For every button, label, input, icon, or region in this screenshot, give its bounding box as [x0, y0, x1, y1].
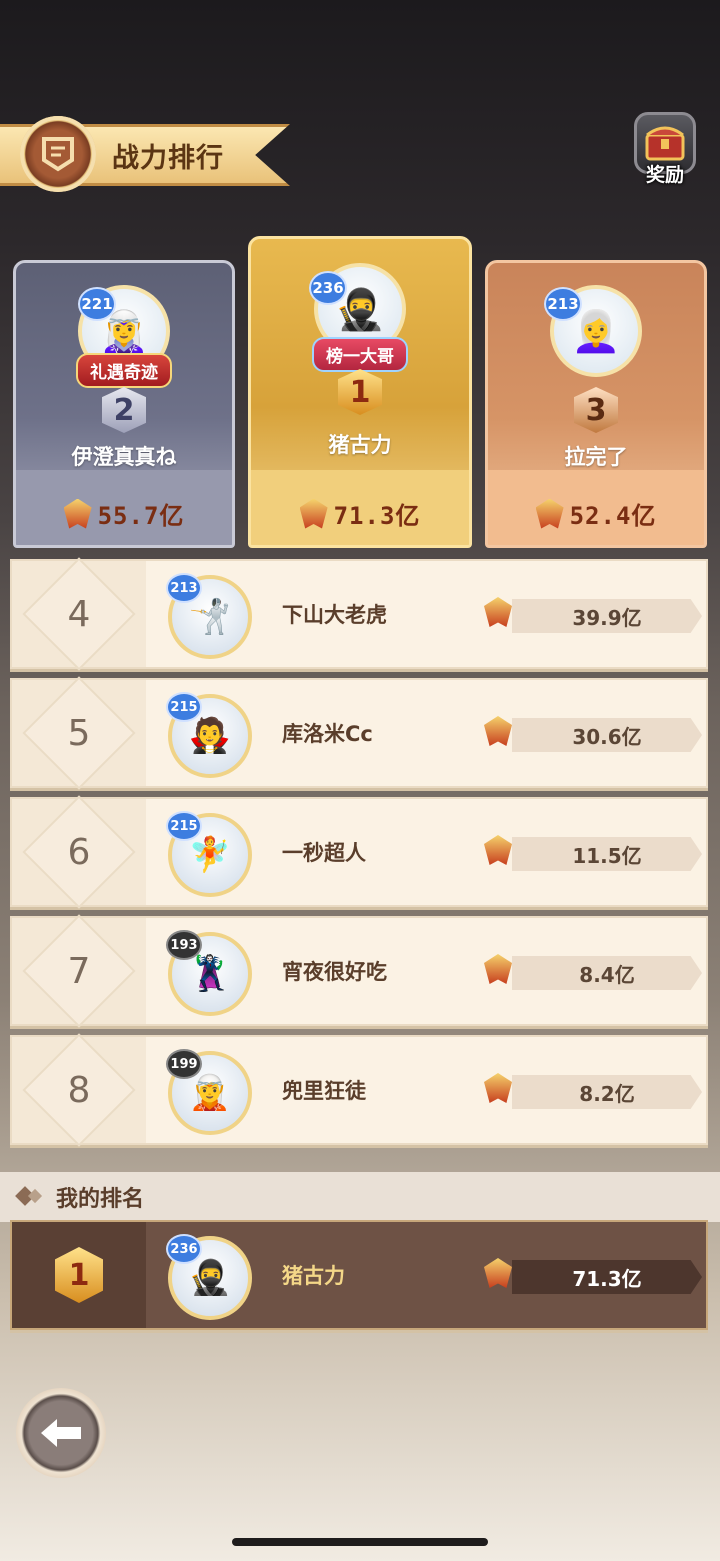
power-crest-icon — [484, 597, 512, 627]
power-crest-icon — [484, 835, 512, 865]
podium-card-rank-2[interactable]: 🧝‍♀️ 221 礼遇奇迹 2 伊澄真真ね 55.7亿 — [13, 260, 235, 548]
level-badge: 213 — [544, 287, 582, 321]
player-name: 一秒超人 — [282, 841, 366, 865]
rank-cell: 5 — [12, 676, 146, 790]
reward-label: 奖励 — [645, 164, 684, 186]
home-indicator[interactable] — [232, 1538, 488, 1546]
power-crest-icon — [484, 954, 512, 984]
power-crest-icon — [63, 498, 92, 529]
power-value: 8.2亿 — [512, 1075, 702, 1109]
reward-button[interactable]: 奖励 — [626, 112, 704, 198]
player-name: 兜里狂徒 — [282, 1079, 366, 1103]
avatar[interactable]: 🦹 193 — [166, 930, 252, 1016]
level-badge: 215 — [166, 692, 202, 722]
rank-medal: 1 — [55, 1247, 103, 1303]
level-badge: 199 — [166, 1049, 202, 1079]
rank-cell: 6 — [12, 795, 146, 909]
player-name: 猪古力 — [282, 1264, 345, 1288]
rank-cell: 7 — [12, 914, 146, 1028]
avatar[interactable]: 🥷 236 — [166, 1234, 252, 1320]
rank-number: 6 — [67, 831, 91, 873]
rank-cell: 1 — [12, 1222, 146, 1328]
rank-cell: 4 — [12, 557, 146, 671]
rank-cell: 8 — [12, 1033, 146, 1147]
list-item[interactable]: 4 🤺 213 下山大老虎 39.9亿 — [10, 557, 708, 671]
list-item[interactable]: 5 🧛 215 库洛米Cc 30.6亿 — [10, 676, 708, 790]
power-value: 52.4亿 — [569, 502, 657, 530]
list-item[interactable]: 8 🧝 199 兜里狂徒 8.2亿 — [10, 1033, 708, 1147]
my-rank-row[interactable]: 1 🥷 236 猪古力 71.3亿 — [10, 1220, 708, 1330]
avatar[interactable]: 🧛 215 — [166, 692, 252, 778]
power-crest-icon — [299, 498, 328, 529]
power-crest-icon — [484, 1073, 512, 1103]
level-badge: 215 — [166, 811, 202, 841]
rank-medal: 3 — [574, 387, 618, 433]
level-badge: 236 — [309, 271, 347, 305]
player-name: 库洛米Cc — [282, 722, 373, 746]
rank-number: 8 — [67, 1069, 91, 1111]
power-display: 71.3亿 — [251, 496, 469, 531]
podium-card-rank-3[interactable]: 👩‍🦳 213 3 拉完了 52.4亿 — [485, 260, 707, 548]
level-badge: 213 — [166, 573, 202, 603]
power-value: 30.6亿 — [512, 718, 702, 752]
level-badge: 221 — [78, 287, 116, 321]
title-tag: 榜一大哥 — [312, 337, 408, 372]
player-name: 下山大老虎 — [282, 603, 387, 627]
list-item[interactable]: 7 🦹 193 宵夜很好吃 8.4亿 — [10, 914, 708, 1028]
player-name: 拉完了 — [564, 445, 628, 469]
player-name: 伊澄真真ね — [71, 445, 177, 469]
level-badge: 193 — [166, 930, 202, 960]
my-rank-header: 我的排名 — [0, 1172, 720, 1222]
ranking-emblem-icon — [20, 116, 96, 192]
power-value: 71.3亿 — [333, 502, 421, 530]
section-title: 我的排名 — [56, 1187, 145, 1212]
back-arrow-icon — [41, 1419, 81, 1447]
rank-medal: 1 — [338, 369, 382, 415]
avatar[interactable]: 🤺 213 — [166, 573, 252, 659]
power-value: 71.3亿 — [512, 1260, 702, 1294]
power-value: 11.5亿 — [512, 837, 702, 871]
podium-card-rank-1[interactable]: 🥷 236 榜一大哥 1 猪古力 71.3亿 — [248, 236, 472, 548]
player-name: 猪古力 — [328, 433, 392, 457]
back-button[interactable] — [16, 1388, 106, 1478]
avatar[interactable]: 🧚 215 — [166, 811, 252, 897]
power-value: 8.4亿 — [512, 956, 702, 990]
power-crest-icon — [484, 716, 512, 746]
rank-medal: 2 — [102, 387, 146, 433]
rank-number: 5 — [67, 712, 91, 754]
power-value: 39.9亿 — [512, 599, 702, 633]
power-crest-icon — [484, 1258, 512, 1288]
list-item[interactable]: 6 🧚 215 一秒超人 11.5亿 — [10, 795, 708, 909]
rank-number: 4 — [67, 593, 91, 635]
page-title: 战力排行 — [112, 143, 224, 174]
title-tag: 礼遇奇迹 — [76, 353, 172, 388]
avatar[interactable]: 🧝 199 — [166, 1049, 252, 1135]
power-crest-icon — [535, 498, 564, 529]
level-badge: 236 — [166, 1234, 202, 1264]
player-name: 宵夜很好吃 — [282, 960, 387, 984]
power-value: 55.7亿 — [97, 502, 185, 530]
power-display: 55.7亿 — [16, 496, 232, 531]
rank-number: 7 — [67, 950, 91, 992]
power-display: 52.4亿 — [488, 496, 704, 531]
